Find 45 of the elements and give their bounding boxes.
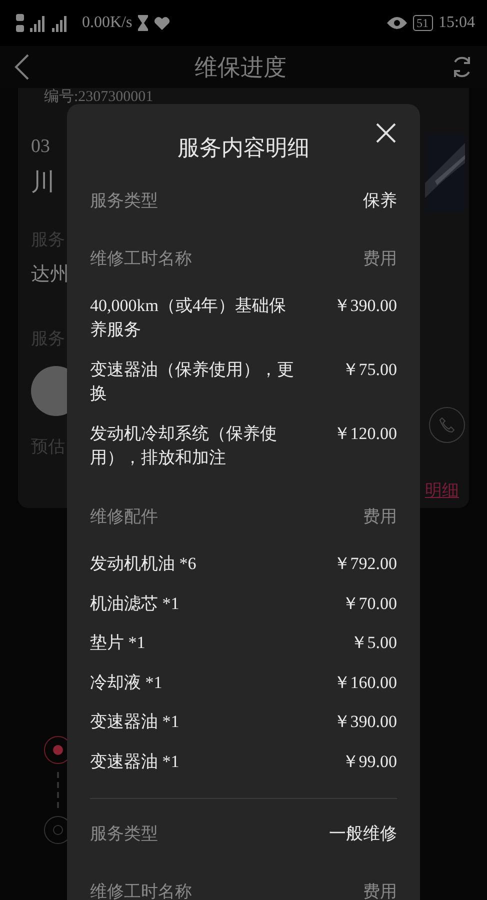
labor-item-name: 发动机冷却系统（保养使用），排放和加注 <box>90 423 278 470</box>
eye-icon <box>386 16 407 30</box>
price: ￥75.00 <box>342 359 397 382</box>
price: ￥792.00 <box>333 553 397 576</box>
price: ￥160.00 <box>333 672 397 694</box>
network-speed: 0.00K/s <box>82 12 132 33</box>
column-header: 维修工时名称 <box>90 880 192 900</box>
price: ￥120.00 <box>333 423 397 446</box>
page-title: 维保进度 <box>194 54 286 82</box>
phone-icon <box>439 417 455 433</box>
label: 服务类型 <box>90 822 158 845</box>
part-name: 变速器油 *1 <box>90 711 180 734</box>
price: ￥99.00 <box>342 750 397 773</box>
part-name: 发动机机油 *6 <box>90 553 198 576</box>
part-name: 机油滤芯 *1 <box>90 592 180 615</box>
part-name: 冷却液 *1 <box>90 672 164 694</box>
column-header: 维修配件 <box>90 506 158 528</box>
close-icon <box>376 123 396 143</box>
details-link[interactable]: 明细 <box>425 479 459 502</box>
labor-item-name: 40,000km（或4年）基础保养服务 <box>90 295 287 342</box>
service-type: 一般维修 <box>329 822 397 845</box>
price: ￥70.00 <box>342 592 397 615</box>
refresh-icon[interactable] <box>451 56 473 78</box>
heart-icon <box>154 16 170 30</box>
price: ￥5.00 <box>350 632 397 654</box>
labor-item-name: 变速器油（保养使用），更换 <box>90 359 295 406</box>
column-header: 维修工时名称 <box>90 248 192 270</box>
order-number: 编号:2307300001 <box>44 89 154 105</box>
hourglass-icon <box>138 15 148 31</box>
date: 03 <box>31 135 51 159</box>
column-header: 费用 <box>363 880 397 900</box>
service-type: 保养 <box>363 190 397 212</box>
store-name: 达州 <box>31 262 70 287</box>
clock: 15:04 <box>438 12 475 33</box>
part-name: 垫片 *1 <box>90 632 146 654</box>
battery-level: 51 <box>412 15 433 31</box>
price: ￥390.00 <box>333 295 397 318</box>
price: ￥390.00 <box>333 711 397 734</box>
plate-number: 川 <box>31 168 56 198</box>
column-header: 费用 <box>363 248 397 270</box>
label: 服务类型 <box>90 190 158 212</box>
part-name: 变速器油 *1 <box>90 750 180 773</box>
back-icon[interactable] <box>14 54 30 80</box>
dialog-title: 服务内容明细 <box>178 134 310 162</box>
column-header: 费用 <box>363 506 397 528</box>
